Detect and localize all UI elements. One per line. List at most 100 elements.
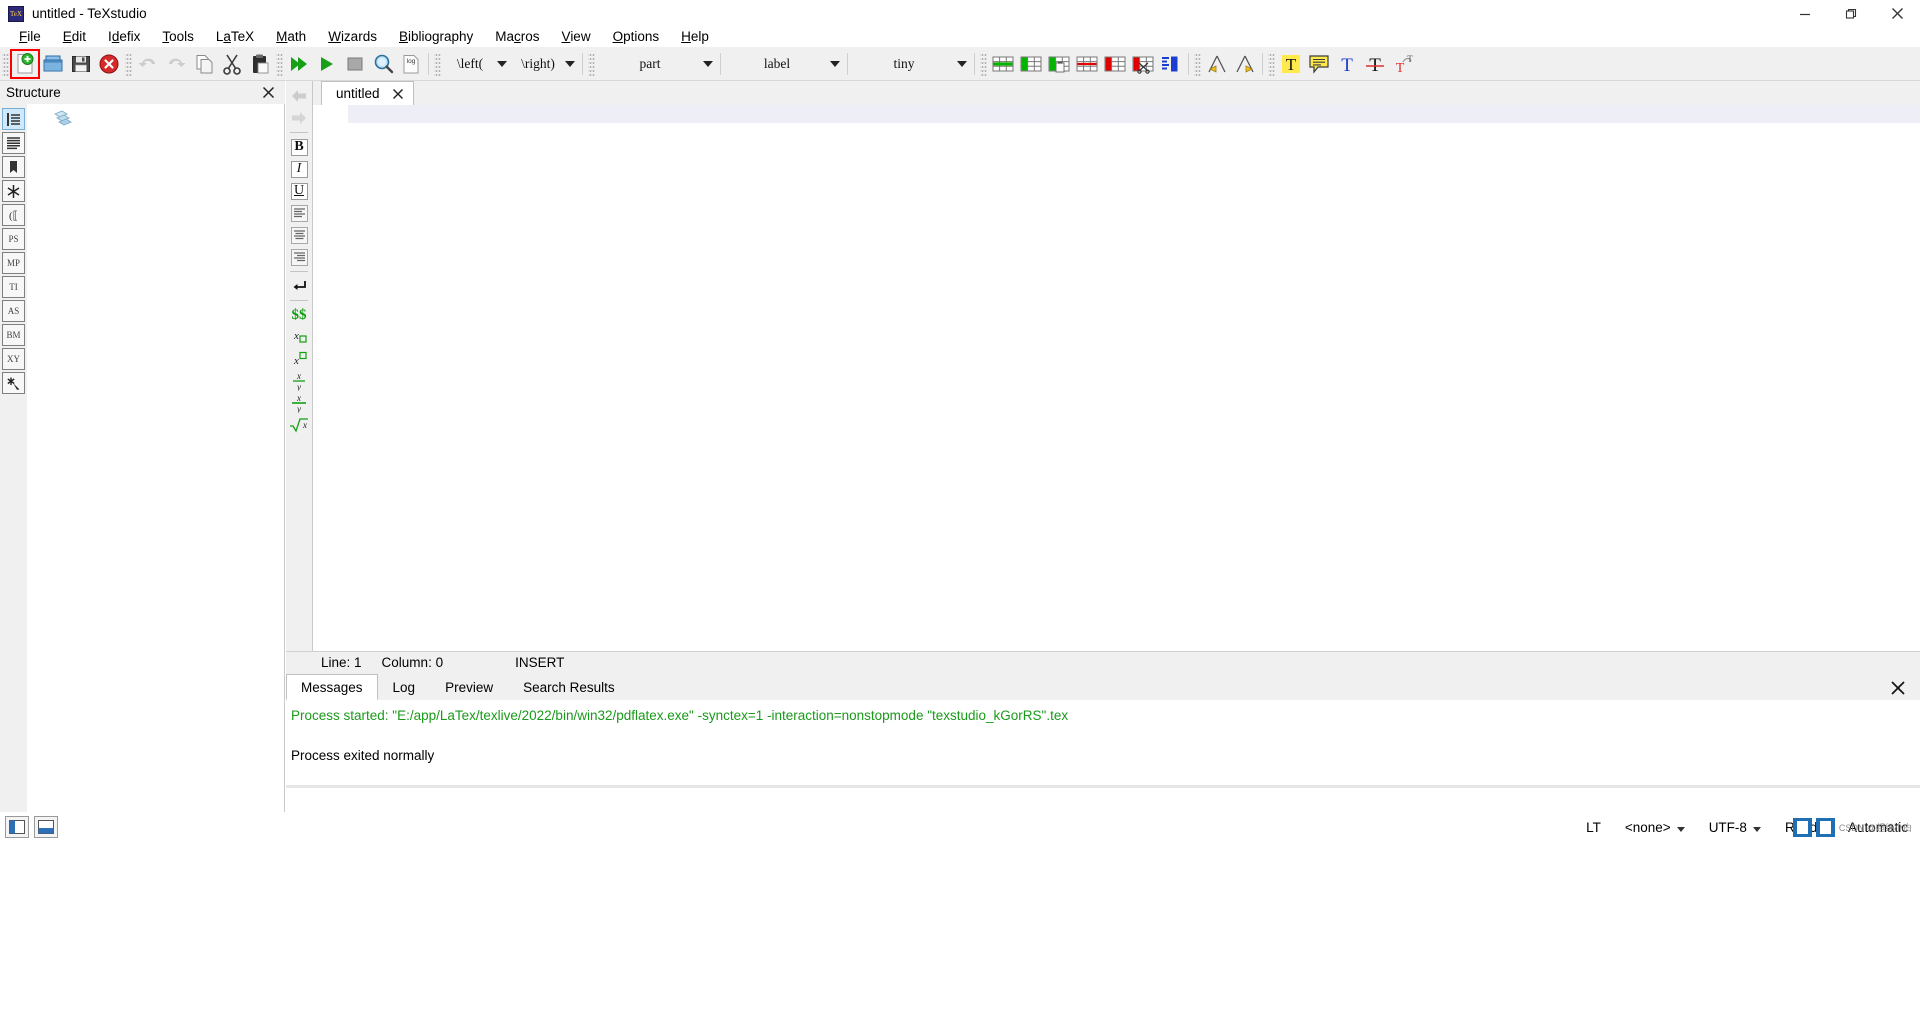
- section-combo[interactable]: part: [597, 51, 717, 76]
- menu-bibliography[interactable]: Bibliography: [388, 27, 484, 47]
- toolbar-grip-8[interactable]: [1268, 51, 1275, 76]
- cut-column-icon[interactable]: [1129, 50, 1157, 78]
- tab-messages[interactable]: Messages: [286, 674, 378, 700]
- paste-icon[interactable]: [246, 50, 274, 78]
- close-icon[interactable]: [1890, 680, 1906, 696]
- paste-column-icon[interactable]: [1045, 50, 1073, 78]
- sidebar-item-symbols-as[interactable]: AS: [2, 300, 25, 322]
- sidebar-item-symbols-favorites[interactable]: [2, 372, 25, 394]
- sidebar-item-symbols-xy[interactable]: XY: [2, 348, 25, 370]
- encoding-selector[interactable]: UTF-8: [1697, 812, 1773, 842]
- menu-math[interactable]: Math: [265, 27, 317, 47]
- close-icon[interactable]: [392, 87, 405, 100]
- toggle-bottom-panel-icon[interactable]: [34, 816, 58, 838]
- sidebar-item-bookmarks[interactable]: [2, 156, 25, 178]
- maximize-button[interactable]: [1828, 0, 1874, 27]
- align-center-button[interactable]: [287, 224, 311, 246]
- fontsize-combo[interactable]: tiny: [851, 51, 971, 76]
- back-arrow-icon[interactable]: [287, 85, 311, 107]
- italic-button[interactable]: I: [287, 158, 311, 180]
- compile-icon[interactable]: [313, 50, 341, 78]
- align-right-button[interactable]: [287, 246, 311, 268]
- menu-tools[interactable]: Tools: [151, 27, 205, 47]
- menu-help[interactable]: Help: [670, 27, 720, 47]
- insert-comment-icon[interactable]: [1305, 50, 1333, 78]
- minimize-button[interactable]: [1782, 0, 1828, 27]
- toolbar-grip-5[interactable]: [588, 51, 595, 76]
- sidebar-item-symbols-all[interactable]: [2, 132, 25, 154]
- menu-edit[interactable]: Edit: [52, 27, 97, 47]
- text-color-icon[interactable]: T: [1333, 50, 1361, 78]
- redo-icon[interactable]: [162, 50, 190, 78]
- menu-view[interactable]: View: [551, 27, 602, 47]
- bold-button[interactable]: B: [287, 136, 311, 158]
- previous-change-icon[interactable]: [1203, 50, 1231, 78]
- sidebar-item-symbols-ps[interactable]: PS: [2, 228, 25, 250]
- build-and-view-icon[interactable]: [285, 50, 313, 78]
- add-row-icon[interactable]: [989, 50, 1017, 78]
- save-document-icon[interactable]: [67, 50, 95, 78]
- sidebar-item-symbols-misc[interactable]: [2, 180, 25, 202]
- menu-wizards[interactable]: Wizards: [317, 27, 388, 47]
- insert-mode-indicator[interactable]: INSERT: [515, 655, 564, 670]
- output-panel-content[interactable]: Process started: "E:/app/LaTex/texlive/2…: [286, 700, 1920, 785]
- sidebar-item-symbols-delimiters[interactable]: (⟦: [2, 204, 25, 226]
- remove-row-icon[interactable]: [1073, 50, 1101, 78]
- tab-search-results[interactable]: Search Results: [508, 675, 630, 700]
- sqrt-button[interactable]: x: [287, 414, 311, 436]
- menu-latex[interactable]: LaTeX: [205, 27, 265, 47]
- sidebar-item-symbols-bm[interactable]: BM: [2, 324, 25, 346]
- menu-options[interactable]: Options: [602, 27, 671, 47]
- dfraction-button[interactable]: x y: [287, 392, 311, 414]
- highlight-text-icon[interactable]: T: [1277, 50, 1305, 78]
- new-document-icon[interactable]: [10, 48, 40, 79]
- newline-button[interactable]: [287, 275, 311, 297]
- inline-math-button[interactable]: $$: [287, 304, 311, 326]
- view-pdf-icon[interactable]: [369, 50, 397, 78]
- tab-untitled[interactable]: untitled: [321, 81, 414, 105]
- spellcheck-language-selector[interactable]: <none>: [1613, 812, 1697, 842]
- menu-idefix[interactable]: Idefix: [97, 27, 151, 47]
- sidebar-item-symbols-mp[interactable]: MP: [2, 252, 25, 274]
- language-tool-indicator[interactable]: LT: [1574, 812, 1613, 842]
- add-column-icon[interactable]: [1017, 50, 1045, 78]
- sidebar-item-structure[interactable]: [2, 108, 25, 130]
- structure-tree[interactable]: [27, 104, 285, 812]
- toolbar-grip-7[interactable]: [1194, 51, 1201, 76]
- subscript-button[interactable]: x: [287, 326, 311, 348]
- left-delimiter-combo[interactable]: \left(: [443, 51, 511, 76]
- copy-icon[interactable]: [190, 50, 218, 78]
- close-button[interactable]: [1874, 0, 1920, 27]
- tab-preview[interactable]: Preview: [430, 675, 508, 700]
- menu-file[interactable]: File: [8, 27, 52, 47]
- tab-log[interactable]: Log: [378, 675, 431, 700]
- cut-icon[interactable]: [218, 50, 246, 78]
- fraction-button[interactable]: x y: [287, 370, 311, 392]
- underline-button[interactable]: U: [287, 180, 311, 202]
- view-log-icon[interactable]: log: [397, 50, 425, 78]
- close-document-icon[interactable]: [95, 50, 123, 78]
- forward-arrow-icon[interactable]: [287, 107, 311, 129]
- menu-macros[interactable]: Macros: [484, 27, 550, 47]
- align-columns-icon[interactable]: [1157, 50, 1185, 78]
- align-left-button[interactable]: [287, 202, 311, 224]
- close-icon[interactable]: [261, 86, 275, 100]
- undo-icon[interactable]: [134, 50, 162, 78]
- open-document-icon[interactable]: [39, 50, 67, 78]
- stop-compile-icon[interactable]: [341, 50, 369, 78]
- editor-text-area[interactable]: [313, 123, 1920, 651]
- strikeout-text-icon[interactable]: T: [1361, 50, 1389, 78]
- toolbar-grip-6[interactable]: [980, 51, 987, 76]
- documents-stack-icon[interactable]: [52, 109, 74, 134]
- next-change-icon[interactable]: [1231, 50, 1259, 78]
- toolbar-grip-4[interactable]: [434, 51, 441, 76]
- remove-column-icon[interactable]: [1101, 50, 1129, 78]
- toolbar-grip-3[interactable]: [276, 51, 283, 76]
- superscript-text-icon[interactable]: T T: [1389, 50, 1417, 78]
- right-delimiter-combo[interactable]: \right): [511, 51, 579, 76]
- sidebar-item-symbols-ti[interactable]: TI: [2, 276, 25, 298]
- label-combo[interactable]: label: [724, 51, 844, 76]
- toggle-structure-panel-icon[interactable]: [5, 816, 29, 838]
- toolbar-grip-2[interactable]: [125, 51, 132, 76]
- superscript-button[interactable]: x: [287, 348, 311, 370]
